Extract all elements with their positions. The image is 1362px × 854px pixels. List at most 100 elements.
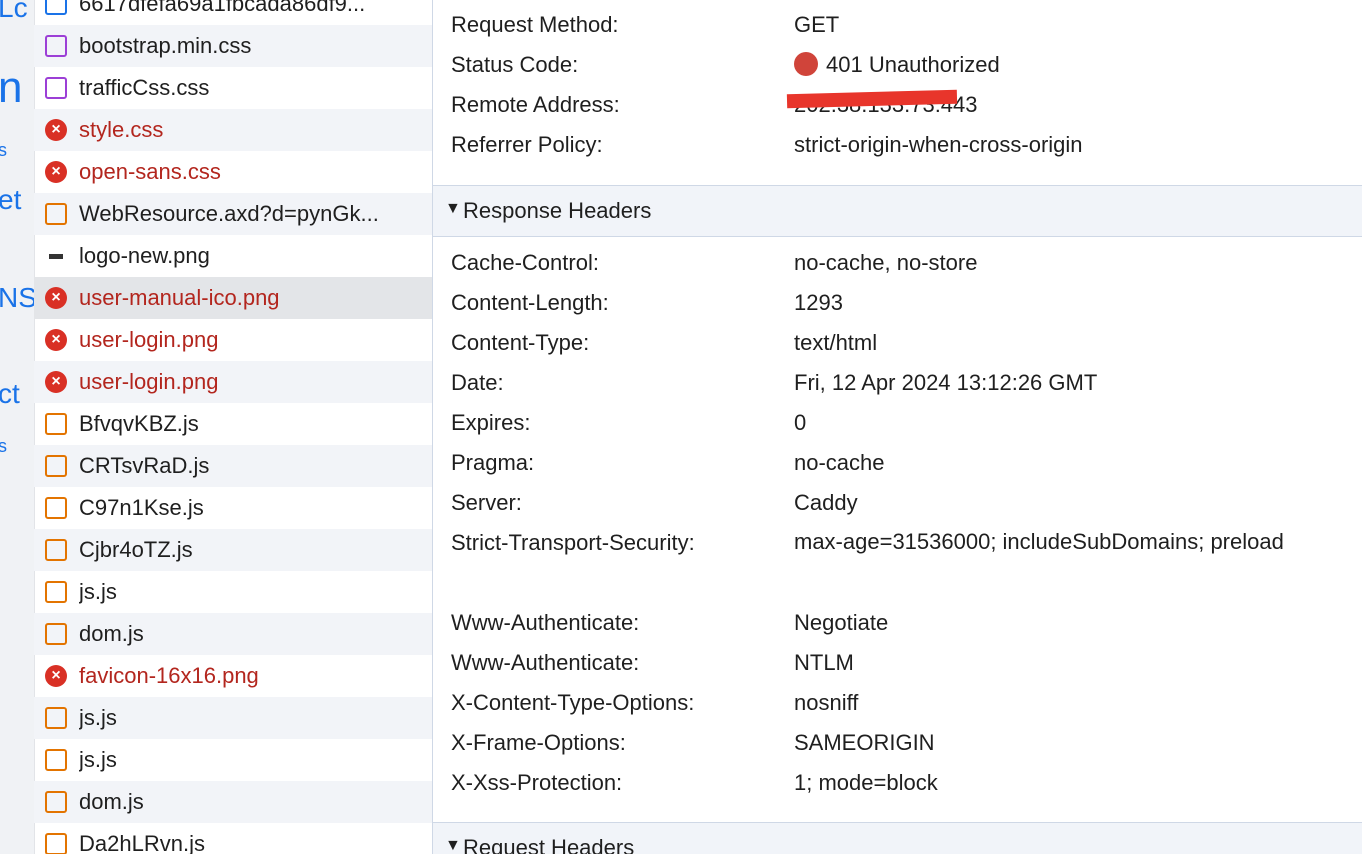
header-value: nosniff bbox=[794, 690, 859, 715]
header-value: no-cache bbox=[794, 450, 885, 475]
request-row[interactable]: × favicon-16x16.png bbox=[34, 655, 432, 697]
request-name: bootstrap.min.css bbox=[79, 33, 252, 58]
general-row-remote-address: Remote Address: 202.38.133.73:443 bbox=[433, 84, 1362, 124]
document-icon bbox=[45, 0, 67, 15]
script-icon bbox=[45, 707, 67, 729]
request-name: Cjbr4oTZ.js bbox=[79, 537, 193, 562]
header-key: Content-Type: bbox=[451, 330, 590, 355]
header-value: NTLM bbox=[794, 650, 854, 675]
request-row[interactable]: × user-login.png bbox=[34, 319, 432, 361]
header-value: 1293 bbox=[794, 290, 843, 315]
script-icon bbox=[45, 581, 67, 603]
request-row[interactable]: WebResource.axd?d=pynGk... bbox=[34, 193, 432, 235]
page-fragment: Lc bbox=[0, 0, 28, 23]
request-row[interactable]: × user-manual-ico.png bbox=[34, 277, 432, 319]
header-key: Date: bbox=[451, 370, 504, 395]
response-header-row: X-Frame-Options: SAMEORIGIN bbox=[433, 722, 1362, 762]
general-row-referrer-policy: Referrer Policy: strict-origin-when-cros… bbox=[433, 124, 1362, 164]
request-row[interactable]: BfvqvKBZ.js bbox=[34, 403, 432, 445]
status-error-icon bbox=[794, 52, 818, 76]
request-name: favicon-16x16.png bbox=[79, 663, 259, 688]
header-value: GET bbox=[794, 12, 840, 37]
script-icon bbox=[45, 833, 67, 854]
request-row[interactable]: trafficCss.css bbox=[34, 67, 432, 109]
request-row[interactable]: Da2hLRvn.js bbox=[34, 823, 432, 854]
request-name: js.js bbox=[79, 747, 117, 772]
request-row[interactable]: dom.js bbox=[34, 613, 432, 655]
script-icon bbox=[45, 413, 67, 435]
header-value: max-age=31536000; includeSubDomains; pre… bbox=[794, 529, 1284, 554]
request-name: WebResource.axd?d=pynGk... bbox=[79, 201, 379, 226]
section-title: Response Headers bbox=[463, 198, 652, 223]
request-row[interactable]: × style.css bbox=[34, 109, 432, 151]
request-name: user-login.png bbox=[79, 327, 219, 352]
response-header-row: Content-Length: 1293 bbox=[433, 282, 1362, 322]
request-row[interactable]: logo-new.png bbox=[34, 235, 432, 277]
disclosure-triangle-icon: ▼ bbox=[445, 200, 461, 217]
page-fragment: n bbox=[0, 63, 23, 112]
header-value: Caddy bbox=[794, 490, 858, 515]
page-content-strip: Lc n s et NS ct s bbox=[0, 0, 35, 854]
request-name: user-manual-ico.png bbox=[79, 285, 280, 310]
response-header-row: Expires: 0 bbox=[433, 402, 1362, 442]
header-key: Pragma: bbox=[451, 450, 535, 475]
header-value: no-cache, no-store bbox=[794, 250, 978, 275]
page-fragment: et bbox=[0, 184, 22, 215]
script-icon bbox=[45, 539, 67, 561]
header-value: Fri, 12 Apr 2024 13:12:26 GMT bbox=[794, 370, 1098, 395]
request-name: js.js bbox=[79, 579, 117, 604]
script-icon bbox=[45, 791, 67, 813]
request-name: 6617dfefa69a1fbcada86df9... bbox=[79, 0, 366, 16]
section-title: Request Headers bbox=[463, 835, 635, 854]
header-key: Request Method: bbox=[451, 12, 619, 37]
request-row[interactable]: 6617dfefa69a1fbcada86df9... bbox=[34, 0, 432, 25]
stylesheet-icon bbox=[45, 77, 67, 99]
header-value: 0 bbox=[794, 410, 807, 435]
header-value: SAMEORIGIN bbox=[794, 730, 935, 755]
request-name: trafficCss.css bbox=[79, 75, 210, 100]
response-header-row: Www-Authenticate: Negotiate bbox=[433, 602, 1362, 642]
request-name: dom.js bbox=[79, 789, 144, 814]
header-key: Strict-Transport-Security: bbox=[451, 530, 695, 555]
header-key: Remote Address: bbox=[451, 92, 620, 117]
request-row[interactable]: js.js bbox=[34, 571, 432, 613]
header-key: Server: bbox=[451, 490, 522, 515]
request-name: C97n1Kse.js bbox=[79, 495, 204, 520]
response-header-row: Pragma: no-cache bbox=[433, 442, 1362, 482]
general-row-request-method: Request Method: GET bbox=[433, 4, 1362, 44]
request-row[interactable]: × user-login.png bbox=[34, 361, 432, 403]
script-icon bbox=[45, 455, 67, 477]
error-icon: × bbox=[45, 665, 67, 687]
header-value: text/html bbox=[794, 330, 878, 355]
request-row[interactable]: Cjbr4oTZ.js bbox=[34, 529, 432, 571]
response-header-row: Strict-Transport-Security: max-age=315360… bbox=[433, 522, 1362, 602]
header-key: Expires: bbox=[451, 410, 531, 435]
response-header-row: X-Xss-Protection: 1; mode=block bbox=[433, 762, 1362, 802]
request-name: open-sans.css bbox=[79, 159, 221, 184]
request-row[interactable]: bootstrap.min.css bbox=[34, 25, 432, 67]
page-fragment: ct bbox=[0, 378, 20, 409]
request-name: BfvqvKBZ.js bbox=[79, 411, 199, 436]
request-row[interactable]: js.js bbox=[34, 697, 432, 739]
request-row[interactable]: js.js bbox=[34, 739, 432, 781]
request-row[interactable]: C97n1Kse.js bbox=[34, 487, 432, 529]
error-icon: × bbox=[45, 161, 67, 183]
header-key: Cache-Control: bbox=[451, 250, 599, 275]
headers-panel: Request Method: GET Status Code: 401 Una… bbox=[433, 0, 1362, 854]
response-header-row: Date: Fri, 12 Apr 2024 13:12:26 GMT bbox=[433, 362, 1362, 402]
header-value: 1; mode=block bbox=[794, 770, 938, 795]
request-headers-toggle[interactable]: ▼ Request Headers bbox=[433, 822, 1362, 854]
response-headers-toggle[interactable]: ▼ Response Headers bbox=[433, 185, 1362, 237]
request-name: Da2hLRvn.js bbox=[79, 831, 205, 854]
header-key: Www-Authenticate: bbox=[451, 650, 640, 675]
script-icon bbox=[45, 623, 67, 645]
request-name: CRTsvRaD.js bbox=[79, 453, 210, 478]
disclosure-triangle-icon: ▼ bbox=[445, 837, 461, 854]
request-row[interactable]: dom.js bbox=[34, 781, 432, 823]
status-value: 401 Unauthorized bbox=[794, 52, 1000, 78]
request-row[interactable]: × open-sans.css bbox=[34, 151, 432, 193]
request-row[interactable]: CRTsvRaD.js bbox=[34, 445, 432, 487]
script-icon bbox=[45, 749, 67, 771]
page-fragment: NS bbox=[0, 282, 34, 313]
request-name: user-login.png bbox=[79, 369, 219, 394]
